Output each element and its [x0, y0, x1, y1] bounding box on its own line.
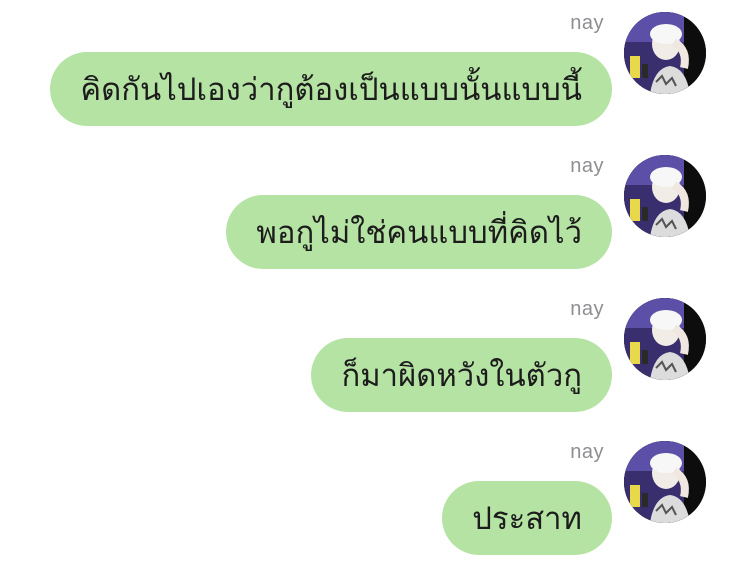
sender-avatar[interactable]: [624, 298, 706, 380]
message-bubble[interactable]: ก็มาผิดหวังในตัวกู: [311, 338, 612, 412]
message-row: nay ก็มาผิดหวังในตัวกู: [0, 286, 730, 429]
message-text: ก็มาผิดหวังในตัวกู: [341, 358, 582, 394]
message-text: ประสาท: [472, 501, 582, 537]
sender-name: nay: [570, 155, 604, 177]
message-text: คิดกันไปเองว่ากูต้องเป็นแบบนั้นแบบนี้: [80, 72, 582, 108]
message-bubble[interactable]: คิดกันไปเองว่ากูต้องเป็นแบบนั้นแบบนี้: [50, 52, 612, 126]
message-row: nay ประสาท: [0, 429, 730, 572]
chat-thread: nay คิดกันไปเองว่ากูต้องเป็นแบบนั้นแบบนี…: [0, 0, 730, 572]
message-bubble[interactable]: พอกูไม่ใช่คนแบบที่คิดไว้: [226, 195, 612, 269]
sender-avatar[interactable]: [624, 12, 706, 94]
message-row: nay คิดกันไปเองว่ากูต้องเป็นแบบนั้นแบบนี…: [0, 0, 730, 143]
sender-name: nay: [570, 12, 604, 34]
sender-avatar[interactable]: [624, 441, 706, 523]
message-row: nay พอกูไม่ใช่คนแบบที่คิดไว้: [0, 143, 730, 286]
message-bubble[interactable]: ประสาท: [442, 481, 612, 555]
message-text: พอกูไม่ใช่คนแบบที่คิดไว้: [256, 215, 582, 251]
sender-name: nay: [570, 441, 604, 463]
sender-name: nay: [570, 298, 604, 320]
sender-avatar[interactable]: [624, 155, 706, 237]
